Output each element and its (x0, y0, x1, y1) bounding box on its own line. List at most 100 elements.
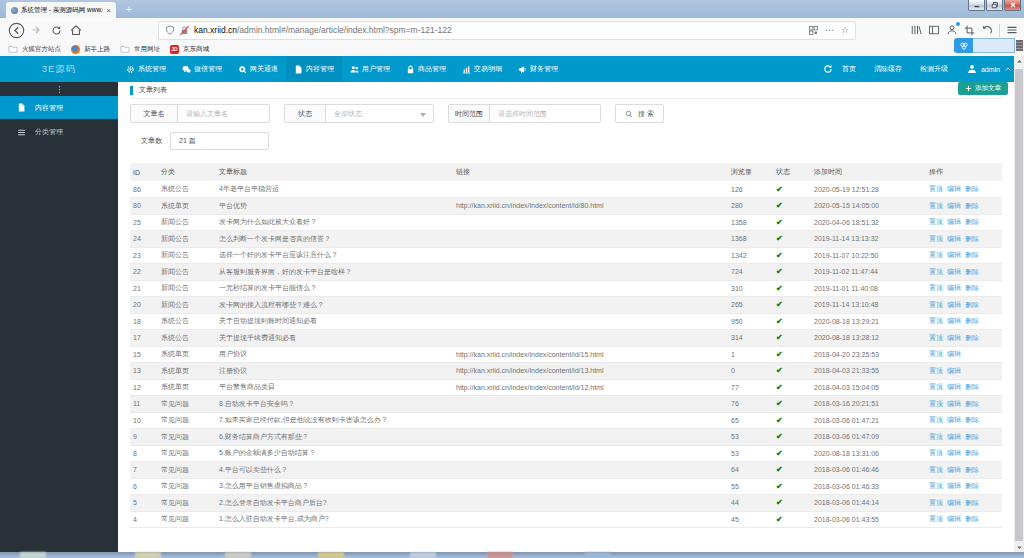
nav-item-3[interactable]: 内容管理 (286, 56, 342, 82)
action-link[interactable]: 编辑 (947, 416, 961, 423)
taskbar-item[interactable] (135, 552, 161, 558)
action-link[interactable]: 置顶 (929, 284, 943, 291)
undo-icon[interactable] (981, 24, 993, 36)
search-button[interactable]: 搜 索 (615, 104, 664, 123)
bookmark-3[interactable]: JD京东商城 (170, 45, 209, 54)
action-link[interactable]: 置顶 (929, 235, 943, 242)
action-link[interactable]: 删除 (965, 235, 979, 242)
action-link[interactable]: 删除 (965, 301, 979, 308)
action-link[interactable]: 删除 (965, 433, 979, 440)
action-link[interactable]: 删除 (965, 251, 979, 258)
action-link[interactable]: 置顶 (929, 202, 943, 209)
shield-icon[interactable] (165, 25, 175, 35)
action-link[interactable]: 删除 (965, 185, 979, 192)
action-link[interactable]: 删除 (965, 218, 979, 225)
status-select[interactable]: 全部状态 (326, 105, 433, 122)
download-widget[interactable] (954, 38, 1015, 53)
article-name-input[interactable]: 请输入文章名 (178, 105, 236, 122)
action-link[interactable]: 编辑 (947, 499, 961, 506)
nav-item-0[interactable]: 系统管理 (118, 56, 174, 82)
action-link[interactable]: 删除 (965, 466, 979, 473)
action-link[interactable]: 删除 (965, 317, 979, 324)
action-link[interactable]: 编辑 (947, 235, 961, 242)
reload-button[interactable] (46, 20, 66, 40)
nav-item-4[interactable]: 用户管理 (342, 56, 398, 82)
action-link[interactable]: 编辑 (947, 433, 961, 440)
taskbar-item[interactable] (20, 552, 46, 558)
taskbar-item[interactable] (410, 552, 436, 558)
sidebar-item-0[interactable]: 内容管理 (0, 96, 118, 119)
menu-icon-browser[interactable] (1006, 24, 1018, 36)
action-link[interactable]: 编辑 (947, 515, 961, 522)
action-link[interactable]: 编辑 (947, 185, 961, 192)
user-menu[interactable]: admin (957, 64, 1012, 74)
action-link[interactable]: 删除 (965, 449, 979, 456)
action-link[interactable]: 置顶 (929, 515, 943, 522)
action-link[interactable]: 置顶 (929, 367, 943, 374)
action-link[interactable]: 编辑 (947, 202, 961, 209)
action-link[interactable]: 编辑 (947, 350, 961, 357)
nav-item-1[interactable]: 微信管理 (174, 56, 230, 82)
action-link[interactable]: 删除 (965, 400, 979, 407)
scroll-down-arrow[interactable] (1014, 542, 1024, 552)
sidebar-collapse-toggle[interactable] (0, 82, 118, 96)
action-link[interactable]: 置顶 (929, 466, 943, 473)
bookmark-star-icon[interactable]: ☆ (841, 25, 849, 35)
download-widget-field[interactable] (973, 38, 1015, 53)
nav-item-2[interactable]: 网关通道 (230, 56, 286, 82)
time-range-input[interactable]: 请选择时间范围 (490, 105, 555, 122)
restore-button[interactable] (986, 0, 1003, 11)
action-link[interactable]: 置顶 (929, 268, 943, 275)
scan-icon[interactable] (809, 26, 818, 35)
sidebar-item-1[interactable]: 分类管理 (0, 119, 118, 145)
browser-tab[interactable]: 系统管理 - 亲测源码网 www.q × (6, 2, 116, 18)
nav-item-7[interactable]: 财务管理 (510, 56, 566, 82)
forward-button[interactable] (26, 20, 46, 40)
action-link[interactable]: 置顶 (929, 383, 943, 390)
taskbar-item[interactable] (585, 552, 611, 558)
scroll-up-arrow[interactable] (1014, 56, 1024, 66)
action-link[interactable]: 删除 (965, 202, 979, 209)
new-tab-button[interactable]: + (121, 1, 137, 17)
action-link[interactable]: 编辑 (947, 301, 961, 308)
action-link[interactable]: 编辑 (947, 284, 961, 291)
action-link[interactable]: 删除 (965, 284, 979, 291)
nav-item-5[interactable]: 商品管理 (398, 56, 454, 82)
bookmark-2[interactable]: 常用网址 (120, 44, 160, 54)
action-link[interactable]: 置顶 (929, 449, 943, 456)
app-logo[interactable]: 3E源码 (0, 56, 118, 82)
taskbar-item[interactable] (225, 552, 251, 558)
taskbar-item[interactable] (487, 552, 513, 558)
tab-close-icon[interactable]: × (106, 6, 111, 15)
library-icon[interactable] (910, 24, 922, 36)
action-link[interactable]: 置顶 (929, 251, 943, 258)
action-link[interactable]: 编辑 (947, 400, 961, 407)
action-link[interactable]: 置顶 (929, 416, 943, 423)
windows-taskbar[interactable] (0, 552, 1024, 558)
action-link[interactable]: 置顶 (929, 185, 943, 192)
action-link[interactable]: 编辑 (947, 449, 961, 456)
action-link[interactable]: 编辑 (947, 383, 961, 390)
action-link[interactable]: 置顶 (929, 499, 943, 506)
action-link[interactable]: 置顶 (929, 433, 943, 440)
taskbar-item[interactable] (318, 552, 344, 558)
action-link[interactable]: 置顶 (929, 400, 943, 407)
minimize-button[interactable] (968, 0, 985, 11)
bookmark-0[interactable]: 火狐官方站点 (8, 44, 61, 54)
action-link[interactable]: 置顶 (929, 482, 943, 489)
screenshot-icon[interactable] (964, 25, 975, 36)
action-link[interactable]: 编辑 (947, 268, 961, 275)
nav-item-6[interactable]: 交易明细 (454, 56, 510, 82)
action-link[interactable]: 置顶 (929, 218, 943, 225)
insecure-lock-icon[interactable] (179, 25, 190, 36)
action-link[interactable]: 删除 (965, 416, 979, 423)
sidebar-toggle-icon[interactable] (928, 24, 940, 36)
scrollbar-thumb[interactable] (1015, 69, 1023, 541)
action-link[interactable]: 编辑 (947, 317, 961, 324)
vertical-scrollbar[interactable] (1014, 56, 1024, 552)
nav-home-link[interactable]: 首页 (833, 64, 865, 74)
action-link[interactable]: 编辑 (947, 466, 961, 473)
url-text[interactable]: kan.xriid.cn/admin.html#/manage/article/… (194, 25, 805, 35)
action-link[interactable]: 编辑 (947, 218, 961, 225)
action-link[interactable]: 删除 (965, 515, 979, 522)
